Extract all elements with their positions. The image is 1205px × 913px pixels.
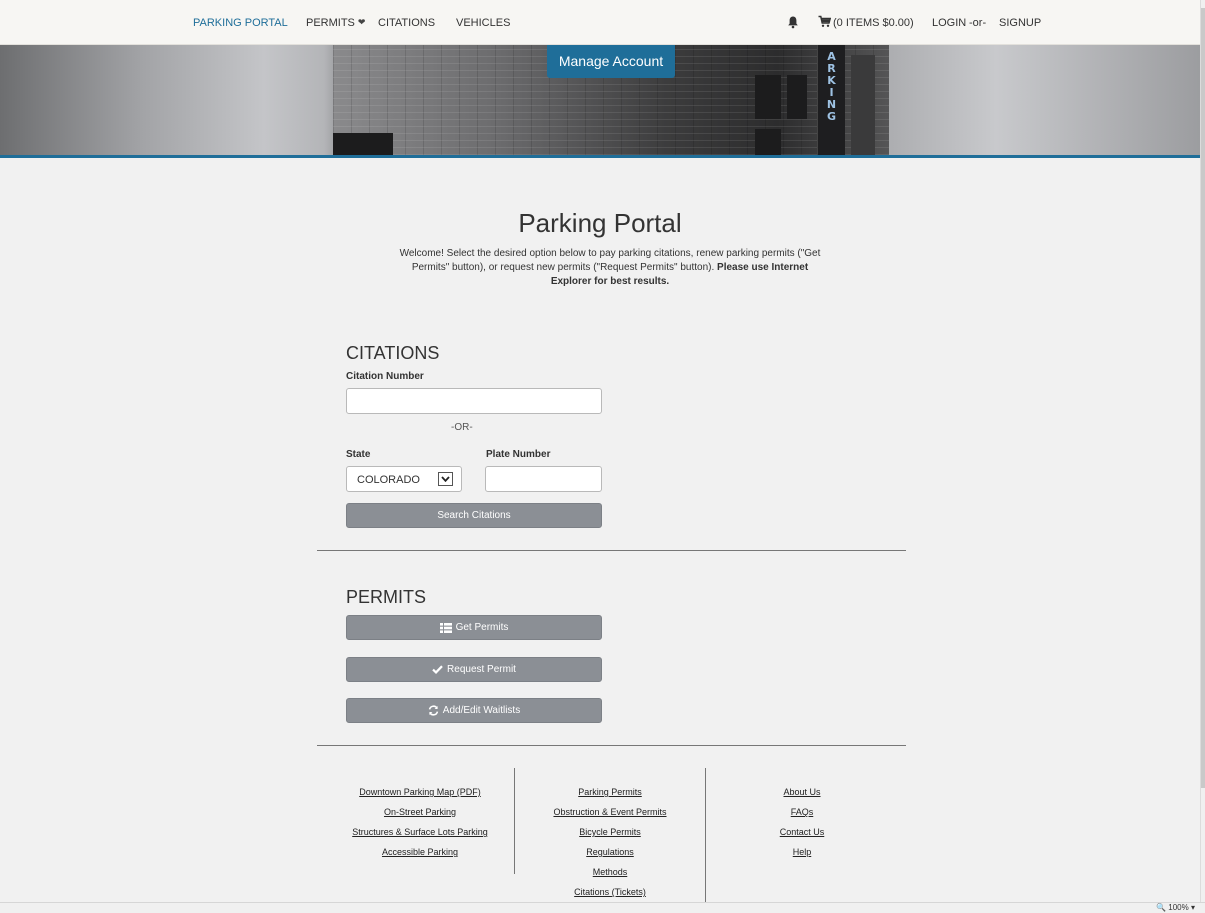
footer-link-obstruction-event[interactable]: Obstruction & Event Permits [530,802,690,822]
footer-link-citations-tickets[interactable]: Citations (Tickets) [530,882,690,902]
page-title: Parking Portal [518,208,682,238]
plate-number-input[interactable] [485,466,602,492]
nav-permits-label: PERMITS [306,17,355,29]
search-citations-label: Search Citations [437,510,511,521]
footer-link-about-us[interactable]: About Us [752,782,852,802]
permits-heading: PERMITS [346,587,427,607]
footer-divider [514,768,515,874]
state-select-value: COLORADO [357,474,420,486]
request-permit-button[interactable]: Request Permit [346,657,602,682]
cart-summary[interactable]: (0 ITEMS $0.00) [833,17,914,29]
nav-citations[interactable]: CITATIONS [378,17,435,29]
plate-number-label: Plate Number [486,449,551,460]
footer-link-methods[interactable]: Methods [530,862,690,882]
list-icon [439,622,452,633]
citation-number-input[interactable] [346,388,602,414]
footer-link-on-street[interactable]: On-Street Parking [335,802,505,822]
footer-links-parking: Downtown Parking Map (PDF) On-Street Par… [335,782,505,862]
nav-permits[interactable]: PERMITS ❤ [306,17,367,29]
shopping-cart-icon [818,15,831,27]
refresh-icon [428,705,438,716]
footer-links-permits: Parking Permits Obstruction & Event Perm… [530,782,690,902]
login-or-text: -or- [969,17,987,29]
browser-status-bar: 🔍 100% ▾ [0,902,1205,913]
nav-parking-portal[interactable]: PARKING PORTAL [193,17,288,29]
state-label: State [346,449,371,460]
add-edit-waitlists-label: Add/Edit Waitlists [442,705,521,716]
footer-link-structures-lots[interactable]: Structures & Surface Lots Parking [335,822,505,842]
chevron-down-icon: ▾ [1190,903,1195,912]
request-permit-label: Request Permit [447,664,516,675]
footer-divider [705,768,706,902]
or-separator: -OR- [451,422,473,433]
nav-vehicles[interactable]: VEHICLES [456,17,510,29]
manage-account-button[interactable]: Manage Account [547,45,675,78]
scrollbar-thumb[interactable] [1201,8,1205,788]
footer-link-accessible[interactable]: Accessible Parking [335,842,505,862]
banner-accent-stripe [0,155,1200,158]
chevron-down-icon [438,472,453,486]
footer-link-bicycle-permits[interactable]: Bicycle Permits [530,822,690,842]
footer-link-faqs[interactable]: FAQs [752,802,852,822]
zoom-level-value: 100% [1168,903,1189,912]
parking-sign: A R K I N G [817,45,845,155]
footer-link-parking-permits[interactable]: Parking Permits [530,782,690,802]
footer-link-downtown-map[interactable]: Downtown Parking Map (PDF) [335,782,505,802]
get-permits-button[interactable]: Get Permits [346,615,602,640]
chevron-down-icon: ❤ [357,17,366,27]
footer-links-info: About Us FAQs Contact Us Help [752,782,852,862]
footer-link-help[interactable]: Help [752,842,852,862]
state-select[interactable]: COLORADO [346,466,462,492]
footer-link-contact-us[interactable]: Contact Us [752,822,852,842]
citations-heading: CITATIONS [346,343,440,363]
login-link[interactable]: LOGIN [932,17,966,29]
checkmark-icon [432,665,443,674]
get-permits-label: Get Permits [455,622,509,633]
section-divider [317,550,906,551]
zoom-icon: 🔍 [1156,903,1167,912]
welcome-text: Welcome! Select the desired option below… [395,247,825,289]
add-edit-waitlists-button[interactable]: Add/Edit Waitlists [346,698,602,723]
footer-link-regulations[interactable]: Regulations [530,842,690,862]
top-navigation: PARKING PORTAL PERMITS ❤ CITATIONS VEHICL… [0,0,1200,45]
section-divider [317,745,906,746]
zoom-level[interactable]: 🔍 100% ▾ [1156,903,1195,912]
citation-number-label: Citation Number [346,371,424,382]
signup-link[interactable]: SIGNUP [999,17,1041,29]
search-citations-button[interactable]: Search Citations [346,503,602,528]
bell-icon[interactable] [786,15,800,29]
